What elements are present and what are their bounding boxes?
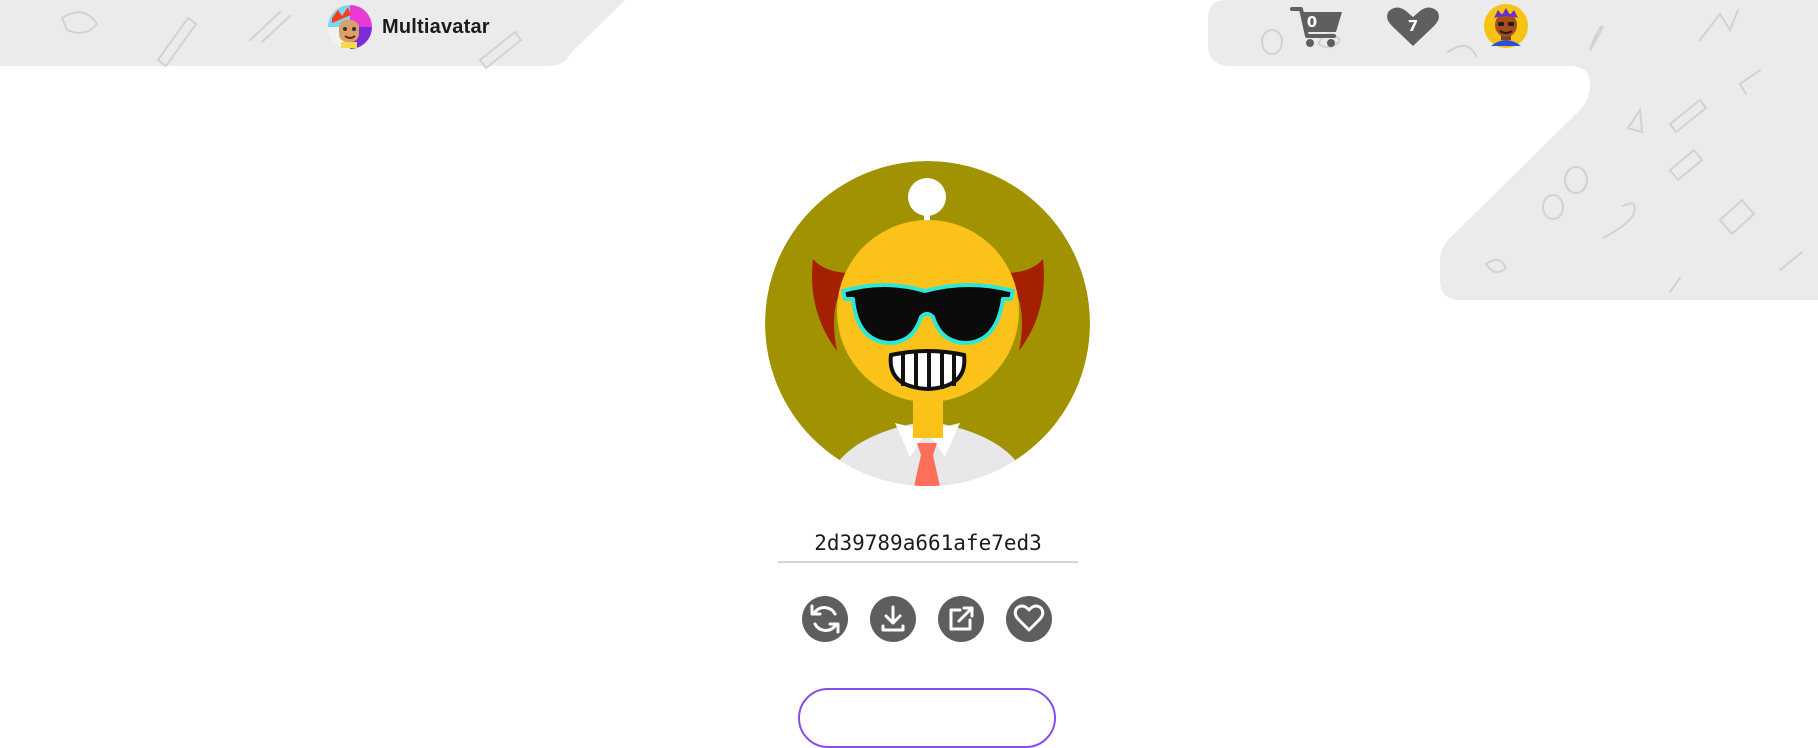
brand-link[interactable]: Multiavatar — [327, 4, 490, 50]
heart-outline-icon — [1013, 604, 1045, 632]
avatar-hash-input[interactable] — [778, 525, 1078, 563]
top-left-band — [0, 0, 625, 66]
favorites-count: 7 — [1407, 17, 1419, 35]
download-icon — [881, 605, 905, 632]
refresh-icon — [810, 604, 840, 634]
bottom-outline-button[interactable] — [798, 688, 1056, 748]
download-button[interactable] — [870, 596, 916, 642]
main-avatar — [765, 161, 1090, 486]
external-link-icon — [949, 606, 974, 631]
refresh-button[interactable] — [802, 596, 848, 642]
open-external-button[interactable] — [938, 596, 984, 642]
avatar-antenna — [908, 178, 946, 216]
favorite-button[interactable] — [1006, 596, 1052, 642]
cart-count: 0 — [1306, 13, 1318, 31]
multiavatar-logo-icon — [328, 5, 372, 49]
avatar-mouth — [888, 349, 967, 392]
cart-button[interactable]: 0 — [1290, 3, 1346, 49]
favorites-button[interactable]: 7 — [1384, 6, 1442, 48]
user-avatar-icon[interactable] — [1484, 4, 1528, 48]
brand-name: Multiavatar — [382, 15, 490, 38]
